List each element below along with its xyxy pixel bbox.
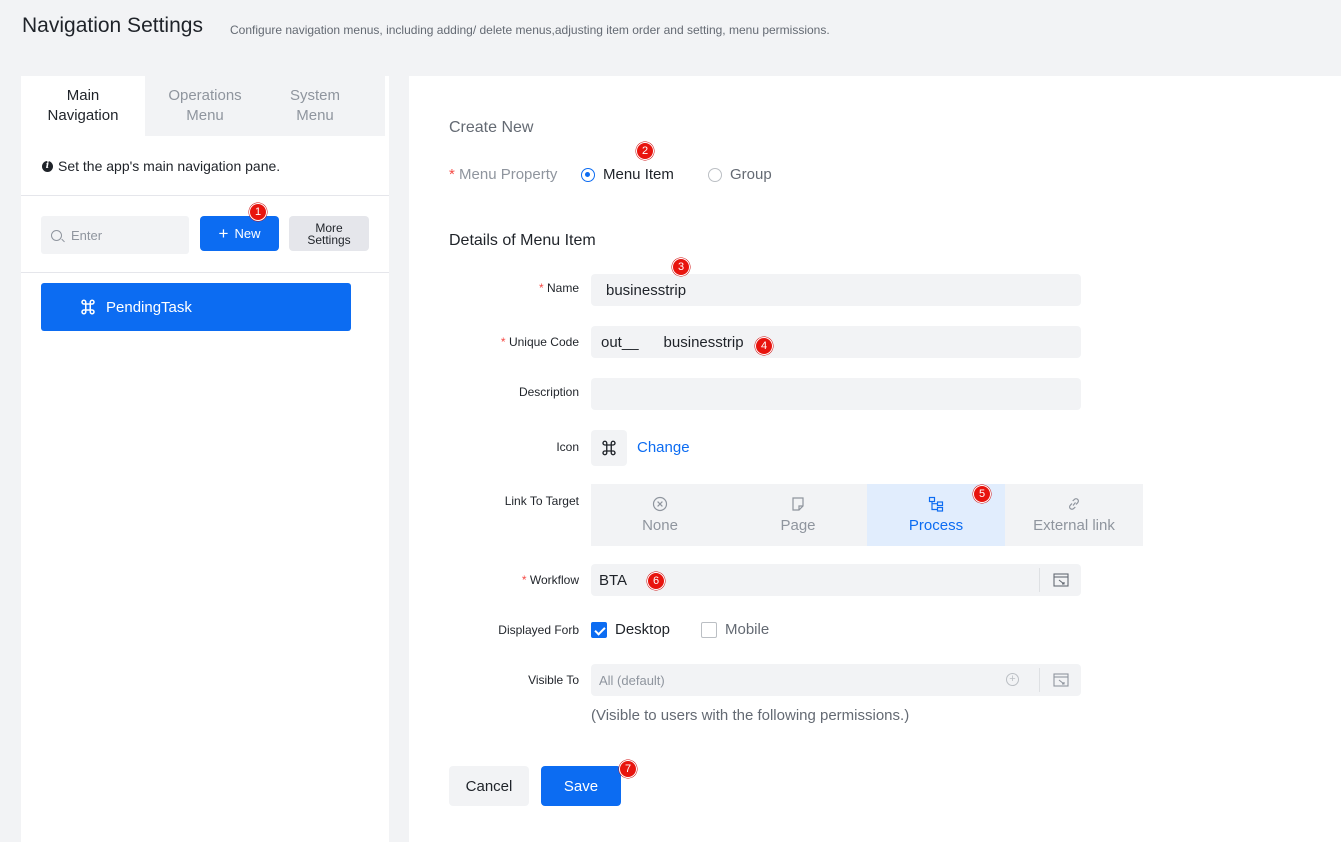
link-icon	[1069, 498, 1079, 510]
nav-item-pendingtask[interactable]: PendingTask	[41, 283, 351, 331]
navigation-sidebar: Main Navigation Operations Menu System M…	[21, 76, 389, 842]
checkbox-mobile[interactable]: Mobile	[701, 621, 769, 638]
menu-tabs: Main Navigation Operations Menu System M…	[21, 76, 385, 136]
page-description: Configure navigation menus, including ad…	[230, 23, 830, 37]
details-title: Details of Menu Item	[449, 232, 596, 249]
tab-system-menu[interactable]: System Menu	[270, 76, 360, 136]
link-target-selector: None Page Process External link	[591, 484, 1143, 546]
menu-property-label: * Menu Property	[449, 166, 558, 183]
name-label: * Name	[538, 281, 579, 295]
new-button[interactable]: + New	[200, 216, 279, 251]
select-dialog-button[interactable]	[1039, 668, 1081, 692]
cancel-button[interactable]: Cancel	[449, 766, 529, 806]
more-settings-button[interactable]: More Settings	[289, 216, 369, 251]
target-external-link[interactable]: External link	[1005, 484, 1143, 546]
close-circle-icon	[652, 496, 668, 512]
search-icon	[51, 229, 62, 241]
annotation-badge: 5	[973, 485, 991, 503]
icon-preview[interactable]	[591, 430, 627, 466]
change-icon-link[interactable]: Change	[637, 439, 690, 456]
displayed-form-label: Displayed Forb	[498, 623, 579, 637]
workflow-label: * Workflow	[521, 573, 579, 587]
plus-icon: +	[218, 224, 229, 243]
unique-code-label: * Unique Code	[500, 335, 579, 349]
icon-label: Icon	[556, 440, 579, 454]
unique-code-field[interactable]: out__ businesstrip	[591, 326, 1081, 358]
annotation-badge: 1	[249, 203, 267, 221]
radio-group[interactable]: Group	[708, 166, 772, 183]
description-field[interactable]	[591, 378, 1081, 410]
search-input[interactable]: Enter	[41, 216, 189, 254]
page-icon	[792, 497, 804, 511]
create-new-title: Create New	[449, 119, 534, 136]
save-button[interactable]: Save	[541, 766, 621, 806]
process-icon	[928, 496, 944, 512]
annotation-badge: 3	[672, 258, 690, 276]
radio-indicator	[708, 167, 722, 182]
annotation-badge: 2	[636, 142, 654, 160]
visible-to-note: (Visible to users with the following per…	[591, 707, 910, 724]
more-settings-label: More Settings	[307, 220, 351, 247]
hint-text: Set the app's main navigation pane.	[58, 158, 281, 174]
description-label: Description	[518, 385, 579, 399]
tab-hint: i Set the app's main navigation pane.	[42, 158, 280, 174]
tab-operations-menu[interactable]: Operations Menu	[160, 76, 250, 136]
command-icon	[81, 299, 95, 315]
annotation-badge: 7	[619, 760, 637, 778]
target-page[interactable]: Page	[729, 484, 867, 546]
visible-to-field[interactable]: All (default) +	[591, 664, 1081, 696]
code-value: businesstrip	[663, 333, 744, 351]
annotation-badge: 4	[755, 337, 773, 355]
select-dialog-button[interactable]	[1039, 568, 1081, 592]
select-window-icon	[1052, 673, 1069, 687]
checkbox-desktop[interactable]: Desktop	[591, 621, 670, 638]
divider	[21, 195, 389, 196]
code-prefix: out__	[601, 333, 639, 351]
target-none[interactable]: None	[591, 484, 729, 546]
command-icon	[602, 440, 616, 456]
radio-indicator	[581, 167, 595, 182]
name-field[interactable]: businesstrip	[591, 274, 1081, 306]
radio-menu-item[interactable]: Menu Item	[581, 166, 674, 183]
add-circle-icon[interactable]: +	[1006, 673, 1019, 686]
menu-form-panel: Create New * Menu Property Menu Item Gro…	[409, 76, 1341, 842]
page-title: Navigation Settings	[22, 14, 203, 37]
divider	[21, 272, 389, 273]
nav-item-label: PendingTask	[106, 298, 192, 316]
visible-to-label: Visible To	[528, 673, 579, 687]
new-button-label: New	[234, 226, 261, 241]
annotation-badge: 6	[647, 572, 665, 590]
select-window-icon	[1052, 573, 1069, 587]
info-icon: i	[42, 160, 53, 172]
link-target-label: Link To Target	[504, 494, 579, 508]
checkbox-indicator	[591, 621, 607, 638]
tab-main-navigation[interactable]: Main Navigation	[21, 76, 145, 136]
search-placeholder: Enter	[71, 227, 103, 243]
checkbox-indicator	[701, 621, 717, 638]
